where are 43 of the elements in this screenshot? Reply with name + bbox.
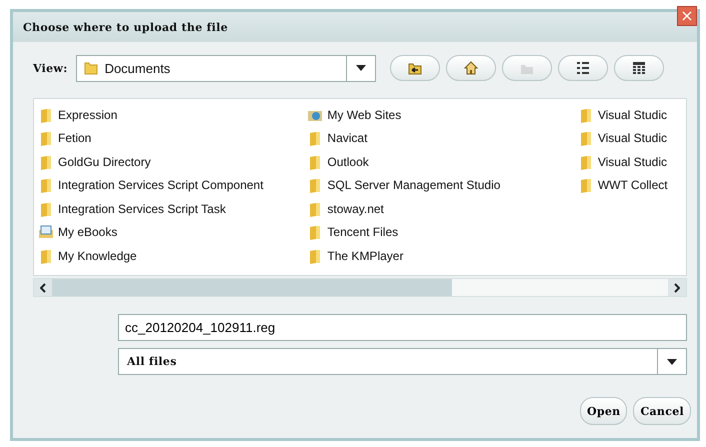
file-item[interactable]: Navicat bbox=[307, 126, 578, 150]
up-folder-button[interactable] bbox=[390, 55, 440, 81]
file-item[interactable]: Tencent Files bbox=[307, 220, 578, 244]
window-title: Choose where to upload the file bbox=[23, 20, 228, 34]
file-item[interactable]: stoway.net bbox=[307, 197, 578, 220]
folder-icon bbox=[82, 60, 99, 76]
file-item[interactable]: WWT Collect bbox=[578, 174, 686, 197]
grid-icon bbox=[630, 60, 647, 76]
file-item[interactable]: My Knowledge bbox=[38, 244, 308, 268]
view-dropdown[interactable]: Documents bbox=[76, 54, 376, 82]
dialog-button[interactable]: Cancel bbox=[633, 397, 691, 425]
file-item[interactable]: Integration Services Script Component bbox=[38, 174, 308, 197]
folder-icon bbox=[38, 130, 54, 146]
list-icon bbox=[574, 60, 591, 76]
scrollbar-thumb[interactable] bbox=[52, 279, 452, 296]
file-item[interactable]: Visual Studic bbox=[578, 103, 686, 126]
file-item[interactable]: Integration Services Script Task bbox=[38, 197, 308, 220]
caret-icon bbox=[667, 358, 677, 364]
folder-icon bbox=[38, 154, 54, 170]
folder-icon bbox=[38, 248, 54, 264]
file-item[interactable]: Visual Studic bbox=[578, 150, 686, 174]
dialog-button[interactable]: Open bbox=[580, 397, 628, 425]
folder-icon bbox=[38, 177, 54, 194]
file-item[interactable]: GoldGu Directory bbox=[38, 150, 308, 174]
file-item[interactable]: Outlook bbox=[307, 150, 578, 174]
folder-icon bbox=[38, 106, 54, 123]
file-item[interactable]: Visual Studic bbox=[578, 126, 686, 150]
file-type-dropdown[interactable]: All files bbox=[118, 348, 687, 375]
file-item[interactable]: The KMPlayer bbox=[307, 244, 578, 268]
list-view-button[interactable] bbox=[558, 55, 608, 81]
home-icon bbox=[462, 60, 479, 76]
details-view-button[interactable] bbox=[614, 55, 664, 81]
home-button[interactable] bbox=[446, 55, 496, 81]
file-item[interactable]: Fetion bbox=[38, 126, 308, 150]
file-name-field[interactable]: cc_20120204_102911.reg bbox=[118, 314, 687, 341]
file-item[interactable]: SQL Server Management Studio bbox=[307, 174, 578, 197]
caret-icon bbox=[356, 65, 366, 71]
view-label: View: bbox=[33, 62, 68, 74]
file-item[interactable]: Expression bbox=[38, 103, 308, 126]
horizontal-scrollbar[interactable] bbox=[33, 278, 687, 297]
file-item[interactable]: My Web Sites bbox=[307, 103, 578, 126]
folder-icon bbox=[38, 200, 54, 217]
file-item[interactable]: My eBooks bbox=[38, 220, 308, 244]
